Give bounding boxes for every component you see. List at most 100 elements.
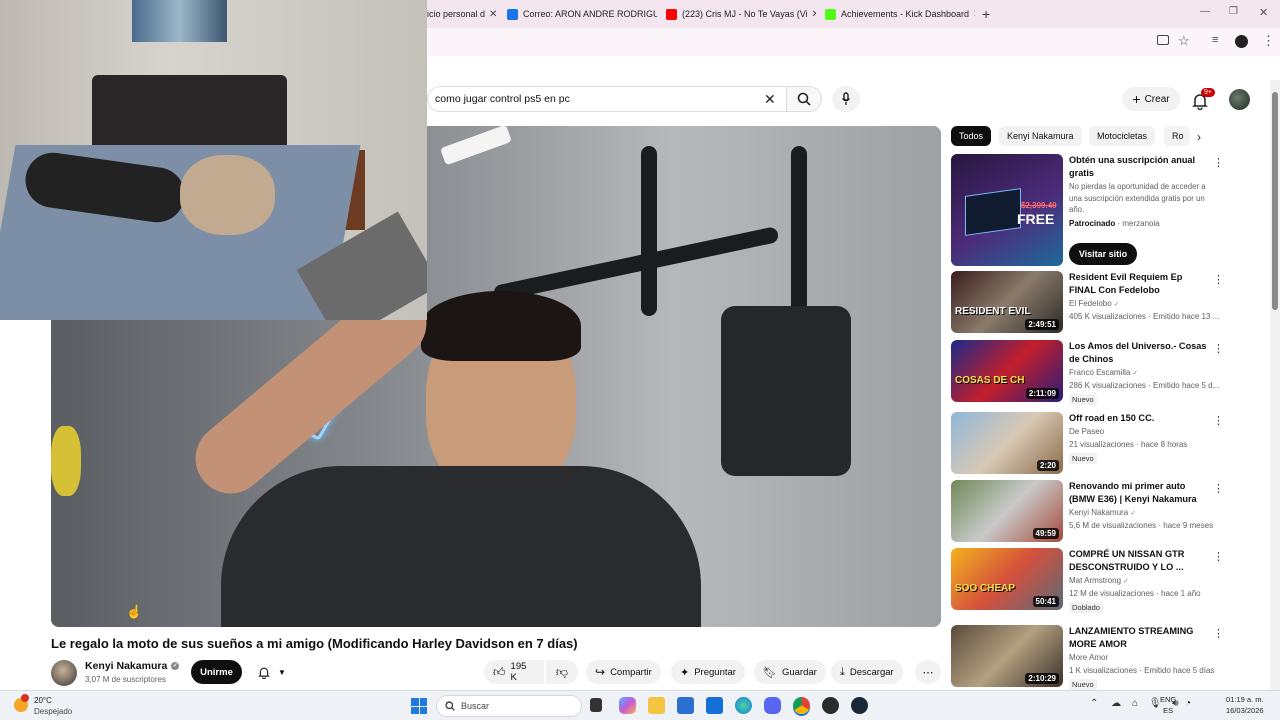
recommended-video[interactable]: SOO CHEAP 50:41 COMPRÉ UN NISSAN GTR DESCO… [951,548,1224,614]
subscription-bell-button[interactable]: ▼ [248,660,296,684]
browser-tab[interactable]: Correo: ARON ANDRE RODRIGU ✕ [507,4,657,24]
browser-menu-icon[interactable]: ⋮ [1262,33,1275,49]
clock[interactable]: 01:19 a. m. 16/03/2026 [1226,694,1264,716]
video-thumbnail[interactable]: 2:20 [951,412,1063,474]
visit-site-button[interactable]: Visitar sitio [1069,243,1137,265]
restore-window-icon[interactable]: ❐ [1229,6,1238,17]
voice-search-button[interactable] [832,86,860,112]
taskbar-search-box[interactable]: Buscar [436,695,582,717]
media-controls-icon[interactable]: ≡ [1212,34,1218,46]
share-button[interactable]: ↪ Compartir [586,660,661,684]
verified-icon: ✓ [1130,370,1139,377]
recommended-video-title[interactable]: Resident Evil Requiem Ep FINAL Con Fedel… [1069,271,1211,297]
steam-icon[interactable] [851,697,868,714]
chrome-icon[interactable] [793,697,810,714]
scrollbar-thumb[interactable] [1272,92,1278,310]
channel-name[interactable]: Kenyi Nakamura ✓ [85,660,180,672]
task-view-icon[interactable] [590,698,602,712]
close-tab-icon[interactable]: ✕ [969,9,975,20]
search-input[interactable]: como jugar control ps5 en pc ✕ [427,86,787,112]
clear-search-icon[interactable]: ✕ [764,91,776,108]
browser-tab-active[interactable]: Achievements - Kick Dashboard ✕ [825,4,975,24]
more-options-icon[interactable]: ⋮ [1213,342,1224,355]
recommended-video[interactable]: RESIDENT EVIL 2:49:51 Resident Evil Requie… [951,271,1224,337]
recommended-video-title[interactable]: LANZAMIENTO STREAMING MORE AMOR [1069,625,1211,651]
new-tab-icon[interactable]: + [982,6,990,22]
recommended-channel[interactable]: More Amor [1069,653,1108,662]
start-button[interactable] [411,698,427,714]
file-explorer-icon[interactable] [648,697,665,714]
video-person-hair [421,291,581,361]
account-avatar[interactable] [1229,89,1250,110]
browser-tab[interactable]: (223) Cris MJ - No Te Vayas (Vi ✕ [666,4,816,24]
recommended-video[interactable]: 49:59 Renovando mi primer auto (BMW E36) … [951,480,1224,546]
recommended-channel[interactable]: El Fedelobo ✓ [1069,299,1120,308]
like-button[interactable]: 👍︎ 195 K [484,660,544,684]
microsoft-store-icon[interactable] [677,697,694,714]
network-icon[interactable]: ⌂ [1132,698,1138,709]
close-window-icon[interactable]: ✕ [1259,6,1268,19]
recommended-channel[interactable]: Mat Armstrong ✓ [1069,576,1129,585]
more-options-icon[interactable]: ⋮ [1213,550,1224,563]
ask-label: Preguntar [694,666,736,678]
recommended-video-title[interactable]: COMPRÉ UN NISSAN GTR DESCONSTRUIDO Y LO … [1069,548,1211,574]
weather-widget[interactable]: 20°C Despejado [12,694,92,718]
notifications-button[interactable]: 9+ [1192,88,1215,110]
page-scrollbar[interactable] [1270,80,1280,690]
close-tab-icon[interactable]: ✕ [485,9,497,20]
taskbar-wifi-icon[interactable]: ◔ [1185,698,1191,709]
install-app-icon[interactable] [1157,35,1169,45]
recommended-video-title[interactable]: Off road en 150 CC. [1069,412,1211,425]
video-thumbnail[interactable]: SOO CHEAP 50:41 [951,548,1063,610]
join-button[interactable]: Unirme [191,660,242,684]
download-button[interactable]: ⤓ Descargar [831,660,903,684]
more-options-icon[interactable]: ⋮ [1213,273,1224,286]
onedrive-icon[interactable]: ☁ [1111,698,1121,709]
recommended-video[interactable]: 2:10:29 LANZAMIENTO STREAMING MORE AMOR Mo… [951,625,1224,691]
search-button[interactable] [786,86,822,112]
recommended-video-title[interactable]: Los Amos del Universo.- Cosas de Chinos [1069,340,1211,366]
video-thumbnail[interactable]: 49:59 [951,480,1063,542]
ad-title[interactable]: Obtén una suscripción anual gratis [1069,154,1211,180]
close-tab-icon[interactable]: ✕ [808,9,816,20]
chip-kenyi-nakamura[interactable]: Kenyi Nakamura [999,126,1082,146]
video-wall-mask [51,426,81,496]
discord-icon[interactable] [764,697,781,714]
ad-thumbnail[interactable]: $2,399.40 FREE [951,154,1063,266]
ask-button[interactable]: ✦ Preguntar [671,660,745,684]
recommended-channel[interactable]: Kenyi Nakamura ✓ [1069,508,1136,517]
recommended-channel[interactable]: De Paseo [1069,427,1104,436]
edge-icon[interactable] [735,697,752,714]
outlook-icon[interactable] [706,697,723,714]
browser-tab[interactable]: icio personal d ✕ [427,4,497,24]
more-options-icon[interactable]: ⋮ [1213,627,1224,640]
copilot-icon[interactable] [619,697,636,714]
create-button[interactable]: + Crear [1122,87,1180,111]
language-indicator[interactable]: ENG ES [1160,694,1176,716]
chevron-right-icon[interactable]: › [1197,130,1201,144]
video-thumbnail[interactable]: 2:10:29 [951,625,1063,687]
recommended-video[interactable]: COSAS DE CH 2:11:09 Los Amos del Universo.… [951,340,1224,406]
channel-avatar[interactable] [51,660,77,686]
more-options-icon[interactable]: ⋮ [1213,156,1224,169]
more-options-icon[interactable]: ⋮ [1213,482,1224,495]
chip-all[interactable]: Todos [951,126,992,146]
show-hidden-icons-icon[interactable]: ⌃ [1090,698,1098,709]
more-options-icon[interactable]: ⋮ [1213,414,1224,427]
sponsored-card[interactable]: $2,399.40 FREE Obtén una suscripción anu… [951,154,1224,266]
bookmark-star-icon[interactable]: ☆ [1178,33,1190,49]
more-actions-button[interactable]: ⋯ [915,660,941,684]
profile-avatar-icon[interactable] [1235,35,1248,48]
video-thumbnail[interactable]: RESIDENT EVIL 2:49:51 [951,271,1063,333]
recommended-video[interactable]: 2:20 Off road en 150 CC. De Paseo 21 visual… [951,412,1224,478]
video-thumbnail[interactable]: COSAS DE CH 2:11:09 [951,340,1063,402]
windows-taskbar: 20°C Despejado Buscar ⌃ ☁ ⌂ 🎙︎ 🔊︎ ENG ES… [0,690,1280,720]
recommended-video-title[interactable]: Renovando mi primer auto (BMW E36) | Ken… [1069,480,1211,506]
save-button[interactable]: 🔖︎ Guardar [754,660,826,684]
recommended-channel[interactable]: Franco Escamilla ✓ [1069,368,1138,377]
dislike-button[interactable]: 👎︎ [546,660,578,684]
chip-truncated[interactable]: Ro [1164,126,1190,146]
minimize-window-icon[interactable]: — [1200,6,1210,17]
obs-icon[interactable] [822,697,839,714]
chip-motorcycles[interactable]: Motocicletas [1089,126,1156,146]
